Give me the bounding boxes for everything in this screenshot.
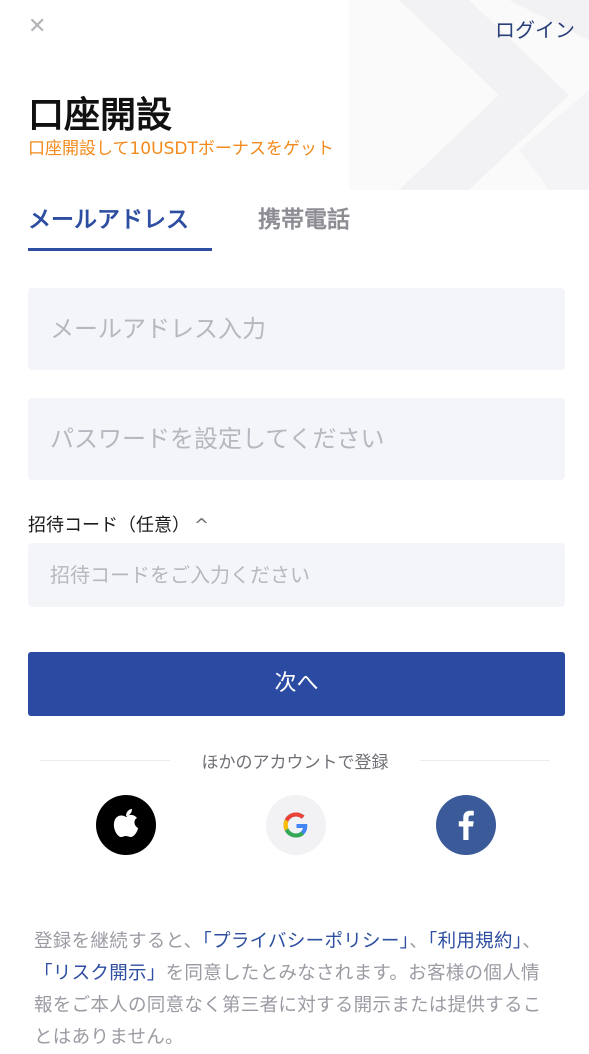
terms-text-3: 、: [522, 931, 542, 952]
tab-phone[interactable]: 携帯電話: [258, 200, 350, 234]
invite-code-label: 招待コード（任意）: [28, 515, 190, 536]
close-icon[interactable]: ✕: [28, 12, 58, 42]
promo-text: 口座開設して10USDTボーナスをゲット: [28, 139, 334, 159]
terms-text-1: 登録を継続すると、: [34, 931, 203, 952]
invite-code-toggle[interactable]: 招待コード（任意） ^: [28, 511, 209, 537]
page-title: 口座開設: [28, 95, 173, 136]
top-bar: ✕ ログイン: [0, 0, 589, 56]
active-tab-indicator: [28, 248, 212, 251]
terms-text-2: 、: [409, 931, 429, 952]
terms-of-use-link[interactable]: 「利用規約」: [428, 931, 522, 952]
tab-email[interactable]: メールアドレス: [28, 200, 189, 234]
social-divider: ほかのアカウントで登録: [40, 748, 550, 773]
google-login-button[interactable]: [266, 795, 326, 855]
invite-code-input[interactable]: 招待コードをご入力ください: [28, 543, 565, 607]
apple-icon: [113, 809, 138, 837]
password-input[interactable]: パスワードを設定してください: [28, 398, 565, 480]
facebook-login-button[interactable]: [436, 795, 496, 855]
login-link[interactable]: ログイン: [495, 14, 575, 43]
next-button[interactable]: 次へ: [28, 652, 565, 716]
apple-login-button[interactable]: [96, 795, 156, 855]
chevron-up-icon: ^: [194, 515, 210, 536]
email-input[interactable]: メールアドレス入力: [28, 288, 565, 370]
divider-line-right: [420, 760, 550, 761]
google-icon: [283, 812, 308, 838]
privacy-policy-link[interactable]: 「プライバシーポリシー」: [202, 931, 409, 952]
risk-disclosure-link[interactable]: 「リスク開示」: [34, 963, 166, 984]
facebook-icon: [458, 810, 474, 840]
terms-notice: 登録を継続すると、「プライバシーポリシー」、「利用規約」、「リスク開示」を同意し…: [34, 926, 558, 1054]
